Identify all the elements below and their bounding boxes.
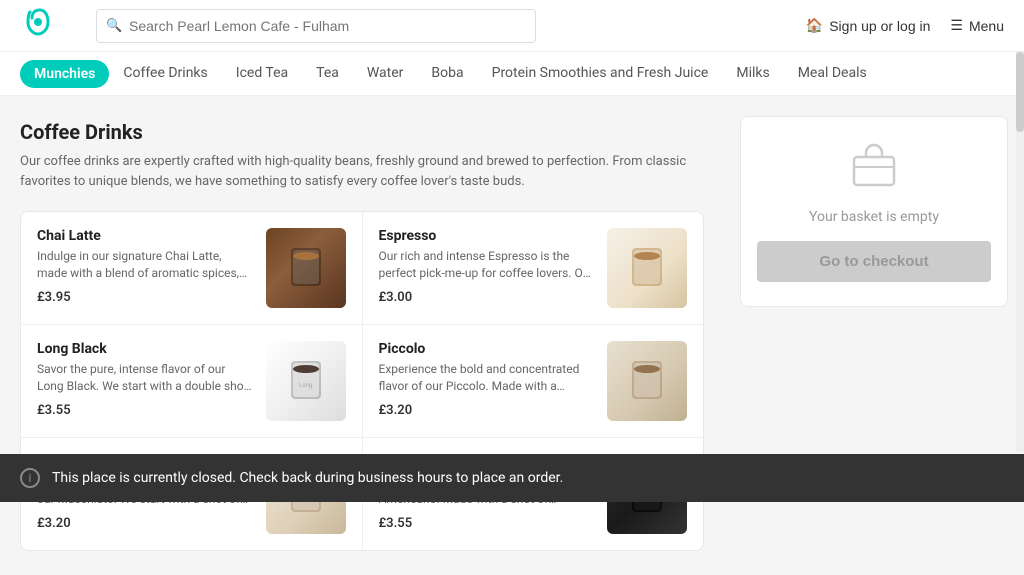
menu-item-desc-longblack: Savor the pure, intense flavor of our Lo…: [37, 361, 254, 395]
menu-row-2: Long Black Savor the pure, intense flavo…: [21, 325, 703, 438]
basket-box: Your basket is empty Go to checkout: [740, 116, 1008, 307]
section-description: Our coffee drinks are expertly crafted w…: [20, 152, 704, 191]
menu-item-espresso[interactable]: Espresso Our rich and intense Espresso i…: [363, 212, 704, 324]
menu-item-text-longblack: Long Black Savor the pure, intense flavo…: [37, 341, 254, 418]
menu-item-price-macchiato: £3.20: [37, 516, 254, 531]
logo: [20, 4, 56, 47]
menu-item-name-espresso: Espresso: [379, 228, 596, 244]
menu-item-price-piccolo: £3.20: [379, 403, 596, 418]
menu-label: Menu: [969, 18, 1004, 34]
sidebar: Your basket is empty Go to checkout: [724, 96, 1024, 575]
header-actions: 🏠 Sign up or log in ☰ Menu: [806, 17, 1004, 34]
nav-label-munchies: Munchies: [34, 66, 95, 82]
menu-row-1: Chai Latte Indulge in our signature Chai…: [21, 212, 703, 325]
menu-item-piccolo[interactable]: Piccolo Experience the bold and concentr…: [363, 325, 704, 437]
nav-label-iced-tea: Iced Tea: [236, 65, 288, 81]
basket-empty-text: Your basket is empty: [757, 209, 991, 225]
menu-item-desc-espresso: Our rich and intense Espresso is the per…: [379, 248, 596, 282]
info-icon: i: [20, 468, 40, 488]
content-area: Coffee Drinks Our coffee drinks are expe…: [0, 96, 724, 575]
search-input[interactable]: [96, 9, 536, 43]
scrollbar[interactable]: [1016, 52, 1024, 452]
nav-item-coffee-drinks[interactable]: Coffee Drinks: [109, 52, 221, 96]
menu-item-text-piccolo: Piccolo Experience the bold and concentr…: [379, 341, 596, 418]
section-title: Coffee Drinks: [20, 120, 704, 144]
scrollbar-thumb: [1016, 52, 1024, 132]
nav-item-meal-deals[interactable]: Meal Deals: [784, 52, 881, 96]
menu-item-price-espresso: £3.00: [379, 290, 596, 305]
sign-in-button[interactable]: 🏠 Sign up or log in: [806, 17, 931, 34]
nav-label-milks: Milks: [736, 65, 769, 81]
nav-label-meal-deals: Meal Deals: [798, 65, 867, 81]
nav-item-iced-tea[interactable]: Iced Tea: [222, 52, 302, 96]
menu-item-desc-piccolo: Experience the bold and concentrated fla…: [379, 361, 596, 395]
deliveroo-logo-icon: [20, 4, 56, 47]
category-nav: Munchies Coffee Drinks Iced Tea Tea Wate…: [0, 52, 1024, 96]
menu-item-img-longblack: Long: [266, 341, 346, 421]
menu-item-img-espresso: [607, 228, 687, 308]
menu-item-name-longblack: Long Black: [37, 341, 254, 357]
menu-item-text-chai: Chai Latte Indulge in our signature Chai…: [37, 228, 254, 305]
menu-button[interactable]: ☰ Menu: [950, 17, 1004, 34]
menu-item-price-americano: £3.55: [379, 516, 596, 531]
menu-item-price-longblack: £3.55: [37, 403, 254, 418]
nav-label-water: Water: [367, 65, 404, 81]
search-icon: 🔍: [106, 18, 122, 33]
nav-label-coffee-drinks: Coffee Drinks: [123, 65, 207, 81]
menu-item-price-chai: £3.95: [37, 290, 254, 305]
nav-item-protein-smoothies[interactable]: Protein Smoothies and Fresh Juice: [478, 52, 723, 96]
footer-notice-text: This place is currently closed. Check ba…: [52, 470, 563, 486]
nav-item-boba[interactable]: Boba: [417, 52, 477, 96]
menu-item-desc-chai: Indulge in our signature Chai Latte, mad…: [37, 248, 254, 282]
menu-item-long-black[interactable]: Long Black Savor the pure, intense flavo…: [21, 325, 363, 437]
menu-item-img-chai: [266, 228, 346, 308]
menu-item-name-chai: Chai Latte: [37, 228, 254, 244]
search-bar[interactable]: 🔍: [96, 9, 536, 43]
nav-item-munchies[interactable]: Munchies: [20, 60, 109, 88]
header: 🔍 🏠 Sign up or log in ☰ Menu: [0, 0, 1024, 52]
nav-item-water[interactable]: Water: [353, 52, 418, 96]
nav-label-boba: Boba: [431, 65, 463, 81]
nav-item-tea[interactable]: Tea: [302, 52, 353, 96]
svg-text:Long: Long: [299, 382, 312, 389]
hamburger-icon: ☰: [950, 17, 963, 34]
checkout-label: Go to checkout: [819, 253, 928, 270]
home-icon: 🏠: [806, 17, 823, 34]
menu-item-chai-latte[interactable]: Chai Latte Indulge in our signature Chai…: [21, 212, 363, 324]
checkout-button[interactable]: Go to checkout: [757, 241, 991, 282]
nav-label-protein-smoothies: Protein Smoothies and Fresh Juice: [492, 65, 709, 81]
nav-label-tea: Tea: [316, 65, 339, 81]
menu-item-name-piccolo: Piccolo: [379, 341, 596, 357]
sign-in-label: Sign up or log in: [829, 18, 930, 34]
menu-item-text-espresso: Espresso Our rich and intense Espresso i…: [379, 228, 596, 305]
basket-icon: [757, 141, 991, 199]
menu-item-img-piccolo: [607, 341, 687, 421]
footer-notice: i This place is currently closed. Check …: [0, 454, 1024, 502]
nav-item-milks[interactable]: Milks: [722, 52, 783, 96]
main-container: Coffee Drinks Our coffee drinks are expe…: [0, 96, 1024, 575]
